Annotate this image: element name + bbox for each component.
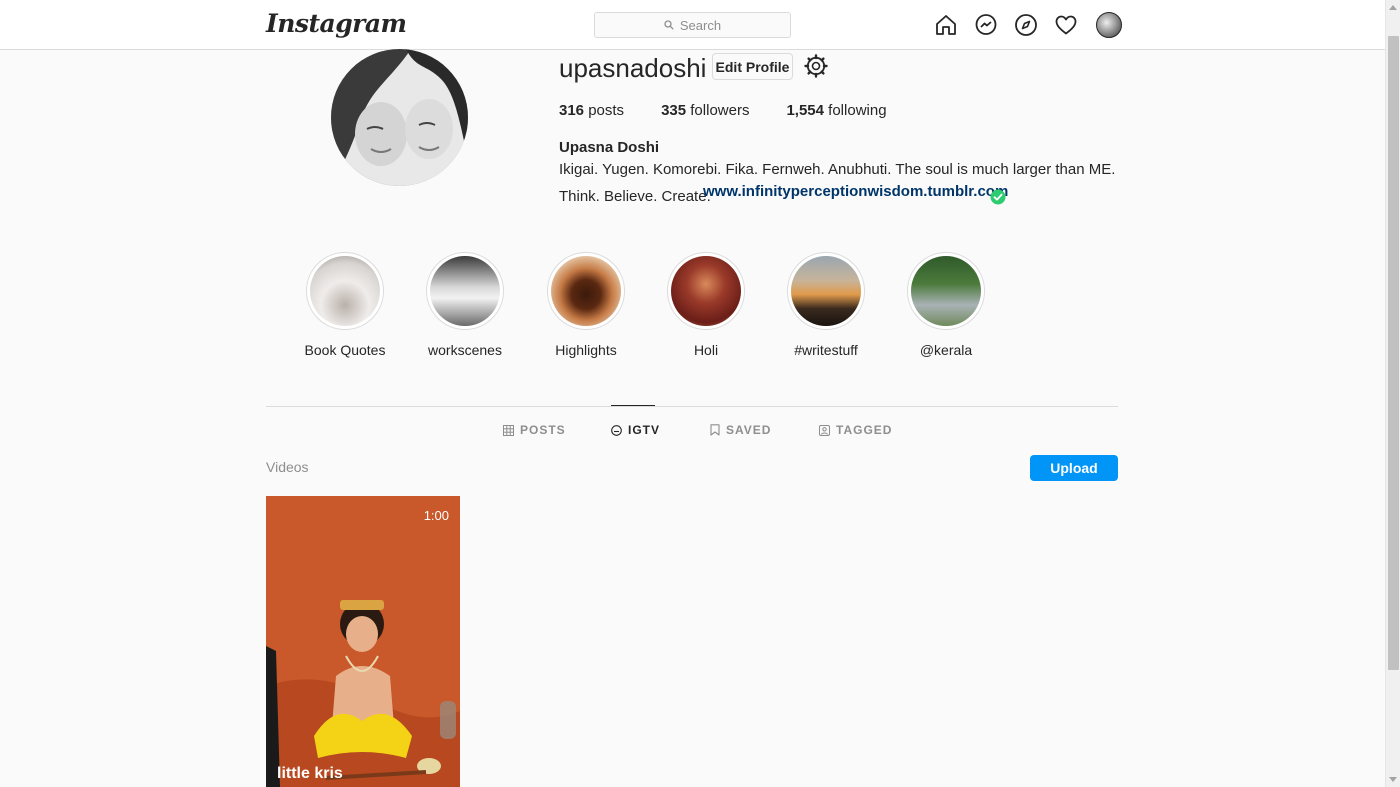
tab-label: SAVED (726, 423, 772, 437)
scroll-down-icon[interactable] (1389, 777, 1397, 782)
profile-bio-line1: Ikigai. Yugen. Komorebi. Fika. Fernweh. … (559, 161, 1116, 178)
profile-username: upasnadoshi (559, 53, 707, 83)
followers-count: 335 (661, 102, 687, 119)
video-duration: 1:00 (423, 508, 449, 523)
profile-stats: 316 posts 335 followers 1,554 following (559, 102, 924, 119)
highlight-ring (426, 252, 504, 330)
edit-profile-button[interactable]: Edit Profile (712, 53, 793, 80)
highlight-ring (787, 252, 865, 330)
scroll-thumb[interactable] (1388, 36, 1399, 670)
highlight-book-quotes[interactable]: Book Quotes (285, 252, 405, 358)
video-thumbnail (266, 496, 460, 787)
settings-gear-icon[interactable] (804, 54, 828, 78)
posts-label: posts (588, 102, 625, 119)
highlight-label: Holi (693, 342, 719, 358)
posts-stat: 316 posts (559, 102, 624, 119)
messenger-icon[interactable] (974, 13, 998, 37)
highlight-kerala[interactable]: @kerala (886, 252, 1006, 358)
tab-label: TAGGED (836, 423, 893, 437)
page-scrollbar[interactable] (1385, 0, 1400, 787)
highlight-highlights[interactable]: Highlights (526, 252, 646, 358)
grid-icon (503, 424, 514, 436)
video-title: little kris (277, 765, 343, 782)
igtv-icon (611, 424, 622, 436)
scroll-up-icon[interactable] (1389, 5, 1397, 10)
profile-website-link[interactable]: www.infinityperceptionwisdom.tumblr.com (703, 183, 1008, 200)
highlight-holi[interactable]: Holi (646, 252, 766, 358)
highlight-cover (551, 256, 621, 326)
highlight-label: workscenes (428, 342, 502, 358)
highlight-label: Book Quotes (304, 342, 386, 358)
highlight-workscenes[interactable]: workscenes (405, 252, 525, 358)
highlight-ring (306, 252, 384, 330)
instagram-logo[interactable]: Instagram (266, 9, 407, 38)
highlight-writestuff[interactable]: #writestuff (766, 252, 886, 358)
highlight-label: @kerala (919, 342, 973, 358)
highlight-ring (667, 252, 745, 330)
highlight-cover (911, 256, 981, 326)
search-input[interactable]: Search (594, 12, 791, 38)
highlight-cover (671, 256, 741, 326)
nav-icons (934, 12, 1122, 38)
following-label: following (828, 102, 887, 119)
following-stat[interactable]: 1,554 following (786, 102, 886, 119)
followers-stat[interactable]: 335 followers (661, 102, 749, 119)
tab-label: IGTV (628, 423, 661, 437)
verified-check-icon (990, 189, 1006, 205)
profile-avatar[interactable] (331, 49, 468, 186)
upload-button[interactable]: Upload (1030, 455, 1118, 481)
tabs-divider (266, 406, 1118, 407)
highlight-cover (430, 256, 500, 326)
activity-heart-icon[interactable] (1054, 13, 1078, 37)
highlight-cover (791, 256, 861, 326)
profile-avatar-nav[interactable] (1096, 12, 1122, 38)
posts-count: 316 (559, 102, 585, 119)
highlight-ring (907, 252, 985, 330)
followers-label: followers (690, 102, 750, 119)
highlight-label: #writestuff (794, 342, 858, 358)
home-icon[interactable] (934, 13, 958, 37)
highlight-ring (547, 252, 625, 330)
videos-section-label: Videos (266, 459, 309, 475)
avatar-photo (331, 49, 468, 186)
tagged-icon (819, 424, 830, 436)
igtv-video-card[interactable]: 1:00 little kris (266, 496, 460, 787)
tab-saved[interactable]: SAVED (710, 423, 771, 437)
top-nav: Instagram Search (0, 0, 1385, 50)
profile-full-name: Upasna Doshi (559, 139, 660, 156)
tab-igtv[interactable]: IGTV (611, 423, 660, 437)
following-count: 1,554 (786, 102, 824, 119)
profile-bio-line2: Think. Believe. Create. (559, 188, 711, 205)
tab-posts[interactable]: POSTS (503, 423, 566, 437)
search-placeholder: Search (679, 17, 722, 33)
highlight-cover (310, 256, 380, 326)
tab-label: POSTS (520, 423, 566, 437)
highlight-label: Highlights (555, 342, 617, 358)
active-tab-indicator (611, 405, 655, 406)
bookmark-icon (710, 424, 720, 436)
search-icon (664, 20, 674, 30)
tab-tagged[interactable]: TAGGED (819, 423, 892, 437)
explore-icon[interactable] (1014, 13, 1038, 37)
